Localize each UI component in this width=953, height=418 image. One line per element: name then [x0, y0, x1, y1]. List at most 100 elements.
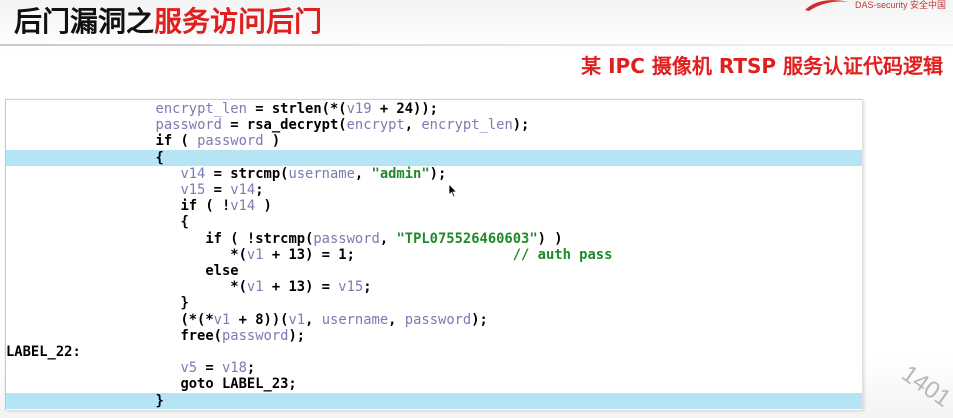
code-line: if ( !v14 ): [6, 198, 862, 214]
code-token: v14: [180, 165, 206, 182]
code-line: encrypt_len = strlen(*(v19 + 24));: [6, 101, 862, 117]
code-token: ): [255, 198, 272, 215]
company-logo: DAS-security 安全中国: [803, 0, 953, 18]
code-token: LABEL_23;: [213, 376, 297, 393]
code-token: ( !: [221, 230, 256, 247]
code-token: ,: [354, 165, 372, 182]
code-token: =: [197, 360, 222, 377]
code-token: (: [213, 327, 222, 344]
code-token: v14: [230, 182, 256, 198]
code-token: v18: [221, 360, 247, 377]
code-token: if: [205, 230, 222, 247]
code-token: rsa_decrypt: [246, 117, 339, 134]
code-token: v1: [246, 246, 264, 263]
code-token: =: [221, 117, 247, 134]
code-token: =: [205, 182, 231, 198]
code-token: }: [155, 392, 164, 409]
code-token: (*(*: [180, 311, 214, 328]
code-token: v15: [180, 182, 206, 198]
code-line: *(v1 + 13) = 1; // auth pass: [6, 247, 862, 263]
code-token: // auth pass: [354, 246, 613, 263]
code-line: free(password);: [6, 328, 862, 344]
code-line: v5 = v18;: [6, 360, 862, 376]
code-token: password: [155, 117, 222, 134]
code-token: v14: [230, 198, 256, 215]
code-token: password: [313, 230, 380, 247]
code-line: }: [6, 295, 862, 311]
slide-title: 后门漏洞之服务访问后门: [14, 2, 322, 42]
code-token: );: [512, 117, 530, 134]
code-token: ) ): [537, 230, 563, 247]
code-token: }: [180, 295, 189, 312]
code-token: ): [263, 133, 281, 150]
code-token: ,: [404, 117, 422, 134]
code-token: );: [429, 165, 447, 182]
code-token: password: [221, 327, 289, 344]
code-token: encrypt_len: [421, 117, 513, 134]
code-token: ,: [305, 311, 322, 328]
code-line: (*(*v1 + 8))(v1, username, password);: [6, 312, 862, 328]
code-token: goto: [180, 376, 214, 393]
code-token: {: [155, 149, 164, 166]
code-token: v1: [288, 311, 306, 328]
code-token: );: [288, 327, 306, 344]
code-token: password: [197, 133, 264, 150]
code-token: (*(: [321, 101, 347, 117]
code-token: + 8))(: [230, 311, 289, 328]
code-line: v14 = strcmp(username, "admin");: [6, 166, 862, 182]
code-token: + 13) = 1;: [263, 246, 355, 263]
code-line: *(v1 + 13) = v15;: [6, 279, 862, 295]
code-line: {: [6, 214, 862, 230]
code-token: );: [471, 311, 488, 328]
code-token: =: [246, 101, 272, 117]
code-token: "TPL075526460603": [396, 230, 538, 247]
code-token: ;: [363, 279, 372, 296]
code-token: encrypt: [346, 117, 405, 134]
logo-text: DAS-security 安全中国: [855, 0, 947, 10]
code-token: if: [180, 198, 198, 215]
code-line: LABEL_22:: [6, 344, 862, 360]
code-line: else: [6, 263, 862, 279]
code-token: v5: [180, 360, 198, 377]
code-line: password = rsa_decrypt(encrypt, encrypt_…: [6, 117, 862, 133]
code-token: username: [288, 165, 355, 182]
code-line: if ( !strcmp(password, "TPL075526460603"…: [6, 231, 862, 247]
code-token: strcmp: [230, 165, 281, 182]
code-token: LABEL_22:: [6, 344, 81, 360]
code-token: v19: [346, 101, 372, 117]
code-token: username: [321, 311, 389, 328]
title-black-part: 后门漏洞之: [14, 5, 155, 38]
code-line: v15 = v14;: [6, 182, 862, 198]
code-token: ;: [246, 360, 256, 377]
code-token: + 24));: [371, 101, 438, 117]
code-token: v1: [213, 311, 231, 328]
code-token: v15: [338, 279, 364, 296]
mouse-cursor-icon: [448, 183, 458, 198]
code-token: *(: [230, 279, 247, 296]
code-token: =: [205, 165, 231, 182]
logo-swoosh-icon: [805, 0, 849, 11]
code-token: v1: [246, 279, 264, 296]
slide-subtitle: 某 IPC 摄像机 RTSP 服务认证代码逻辑: [581, 54, 943, 78]
code-token: else: [205, 263, 239, 279]
code-token: ( !: [197, 198, 231, 215]
code-token: ,: [379, 230, 397, 247]
code-token: (: [338, 117, 347, 134]
code-line: if ( password ): [6, 133, 862, 149]
code-token: "admin": [371, 165, 430, 182]
code-token: encrypt_len: [155, 101, 247, 117]
